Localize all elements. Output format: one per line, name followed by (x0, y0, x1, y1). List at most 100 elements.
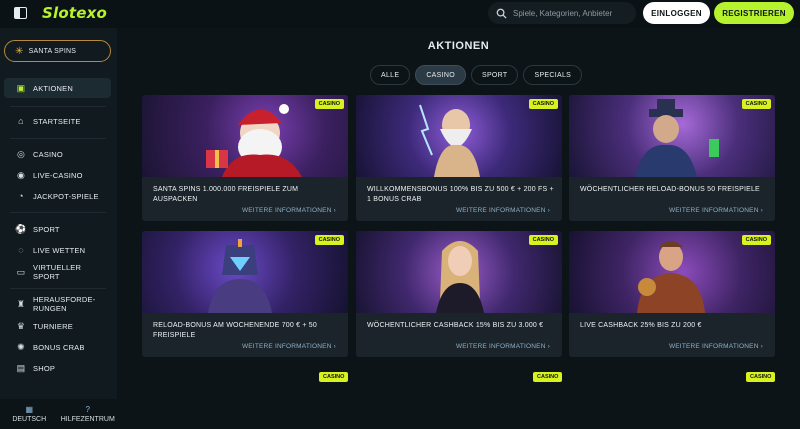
category-badge: CASINO (741, 99, 771, 109)
sidebar-footer: ▦ DEUTSCH ? HILFEZENTRUM (0, 399, 117, 429)
sidebar-item-label: SHOP (33, 363, 56, 373)
promo-title: SANTA SPINS 1.000.000 FREISPIELE ZUM AUS… (153, 186, 299, 203)
search-icon (496, 8, 507, 19)
chevron-right-icon: › (333, 343, 336, 350)
more-info-link[interactable]: WEITERE INFORMATIONEN › (456, 343, 550, 350)
register-button[interactable]: REGISTRIEREN (714, 2, 794, 24)
tab-specials[interactable]: SPECIALS (523, 65, 583, 85)
more-info-link[interactable]: WEITERE INFORMATIONEN › (456, 207, 550, 214)
shop-icon: ▤ (16, 362, 26, 373)
promo-image-zeus: CASINO (356, 95, 562, 177)
divider (10, 106, 106, 107)
promo-title: LIVE CASHBACK 25% BIS ZU 200 € (580, 322, 702, 329)
chevron-right-icon: › (760, 207, 763, 214)
crab-icon: ✺ (17, 341, 25, 352)
category-badge: CASINO (314, 99, 344, 109)
promo-card-weekend-reload[interactable]: CASINO RELOAD-BONUS AM WOCHENENDE 700 € … (142, 231, 348, 357)
more-info-label: WEITERE INFORMATIONEN (455, 207, 546, 214)
sidebar-item-herausforderungen[interactable]: ♜ HERAUSFORDE-RUNGEN (4, 292, 111, 316)
sidebar-item-label: JACKPOT-SPIELE (33, 191, 99, 201)
promo-title: WILLKOMMENSBONUS 100% BIS ZU 500 € + 200… (367, 186, 554, 203)
more-info-link[interactable]: WEITERE INFORMATIONEN › (242, 207, 336, 214)
category-badge: CASINO (533, 372, 563, 382)
flag-icon: ▦ (25, 405, 34, 414)
chevron-right-icon: › (547, 343, 550, 350)
sidebar-item-casino[interactable]: ◎ CASINO (4, 144, 111, 164)
sidebar-item-startseite[interactable]: ⌂ STARTSEITE (4, 111, 111, 131)
tab-sport[interactable]: SPORT (470, 65, 519, 85)
tournament-icon: ♛ (16, 320, 26, 331)
search-bar[interactable] (488, 2, 636, 24)
sidebar-item-label: STARTSEITE (33, 116, 81, 126)
sidebar-item-aktionen[interactable]: ▣ AKTIONEN (4, 78, 111, 98)
santa-spins-label: SANTA SPINS (28, 47, 77, 55)
snowflake-icon: ✳ (15, 45, 24, 57)
gift-icon: ▣ (16, 82, 26, 93)
sidebar-item-label: BONUS CRAB (33, 342, 85, 352)
football-icon: ⚽ (15, 223, 27, 234)
more-info-label: WEITERE INFORMATIONEN (668, 343, 759, 350)
help-center-link[interactable]: ? HILFEZENTRUM (59, 399, 118, 429)
more-info-label: WEITERE INFORMATIONEN (241, 343, 332, 350)
promo-image-gangster: CASINO (569, 95, 775, 177)
sidebar-item-label: TURNIERE (33, 321, 73, 331)
promo-image-santa: CASINO (142, 95, 348, 177)
casino-chip-icon: ◎ (16, 148, 26, 159)
santa-spins-promo[interactable]: ✳ SANTA SPINS (4, 40, 111, 62)
sidebar-item-live-wetten[interactable]: ◌ LIVE WETTEN (4, 240, 111, 260)
sidebar-item-sport[interactable]: ⚽ SPORT (4, 219, 111, 239)
tab-alle[interactable]: ALLE (370, 65, 411, 85)
sidebar-item-virtueller-sport[interactable]: ▭ VIRTUELLER SPORT (4, 260, 111, 284)
sidebar-item-jackpot[interactable]: ◔ JACKPOT-SPIELE (4, 186, 111, 206)
promo-title: WÖCHENTLICHER CASHBACK 15% BIS ZU 3.000 … (367, 322, 544, 329)
divider (10, 288, 106, 289)
chevron-right-icon: › (547, 207, 550, 214)
promo-image-robot: CASINO (142, 231, 348, 313)
language-selector[interactable]: ▦ DEUTSCH (0, 399, 59, 429)
sidebar-item-label: AKTIONEN (33, 83, 73, 93)
page-title: AKTIONEN (427, 40, 490, 52)
trophy-icon: ♜ (16, 298, 26, 309)
gamepad-icon: ▭ (16, 266, 26, 277)
main-content: AKTIONEN ALLE CASINO SPORT SPECIALS CASI… (117, 28, 800, 429)
sidebar-item-label: CASINO (33, 149, 63, 159)
sidebar-item-bonus-crab[interactable]: ✺ BONUS CRAB (4, 337, 111, 357)
more-info-link[interactable]: WEITERE INFORMATIONEN › (669, 207, 763, 214)
promo-card-santa-spins[interactable]: CASINO SANTA SPINS 1.000.000 FREISPIELE … (142, 95, 348, 221)
sidebar-item-label: SPORT (33, 224, 60, 234)
chevron-right-icon: › (760, 343, 763, 350)
help-label: HILFEZENTRUM (60, 416, 115, 423)
more-info-label: WEITERE INFORMATIONEN (668, 207, 759, 214)
sidebar-item-live-casino[interactable]: ◉ LIVE-CASINO (4, 165, 111, 185)
more-info-link[interactable]: WEITERE INFORMATIONEN › (669, 343, 763, 350)
category-badge: CASINO (319, 372, 349, 382)
login-button[interactable]: EINLOGGEN (643, 2, 710, 24)
more-info-label: WEITERE INFORMATIONEN (241, 207, 332, 214)
language-label: DEUTSCH (12, 416, 47, 423)
sidebar-item-shop[interactable]: ▤ SHOP (4, 358, 111, 378)
site-logo[interactable]: Slotexo (42, 4, 107, 22)
promo-card-welcome-bonus[interactable]: CASINO WILLKOMMENSBONUS 100% BIS ZU 500 … (356, 95, 562, 221)
search-input[interactable] (513, 8, 633, 18)
category-badge: CASINO (314, 235, 344, 245)
category-badge: CASINO (741, 235, 771, 245)
live-bet-icon: ◌ (18, 245, 24, 255)
filter-tabs: ALLE CASINO SPORT SPECIALS (370, 65, 583, 85)
help-icon: ? (85, 405, 90, 414)
sidebar-item-label: LIVE WETTEN (33, 245, 86, 255)
jackpot-icon: ◔ (18, 191, 24, 201)
sidebar-item-label: HERAUSFORDE-RUNGEN (33, 295, 96, 313)
promo-image-warrior: CASINO (569, 231, 775, 313)
promo-card-weekly-cashback[interactable]: CASINO WÖCHENTLICHER CASHBACK 15% BIS ZU… (356, 231, 562, 357)
promo-card-live-cashback[interactable]: CASINO LIVE CASHBACK 25% BIS ZU 200 € WE… (569, 231, 775, 357)
promo-title: RELOAD-BONUS AM WOCHENENDE 700 € + 50 FR… (153, 322, 317, 339)
sidebar-toggle-icon[interactable] (14, 7, 27, 19)
top-bar: Slotexo EINLOGGEN REGISTRIEREN (0, 0, 800, 28)
sidebar-item-turniere[interactable]: ♛ TURNIERE (4, 316, 111, 336)
more-info-link[interactable]: WEITERE INFORMATIONEN › (242, 343, 336, 350)
promo-card-weekly-reload[interactable]: CASINO WÖCHENTLICHER RELOAD-BONUS 50 FRE… (569, 95, 775, 221)
divider (10, 138, 106, 139)
category-badge: CASINO (746, 372, 776, 382)
sidebar: ✳ SANTA SPINS ▣ AKTIONEN ⌂ STARTSEITE ◎ … (0, 28, 117, 429)
tab-casino[interactable]: CASINO (415, 65, 466, 85)
